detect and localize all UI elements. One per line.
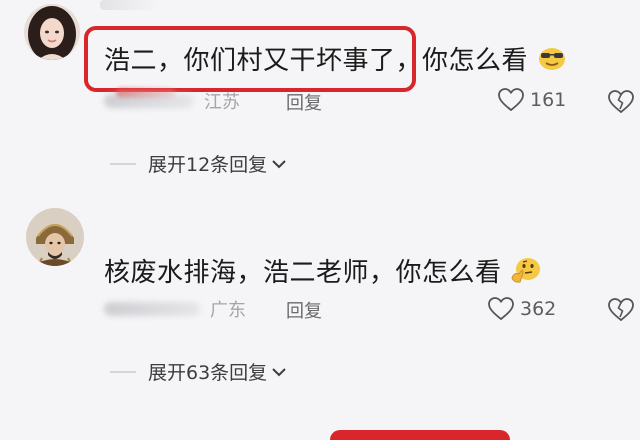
comment-meta: 广东 bbox=[104, 294, 246, 324]
dislike-button[interactable] bbox=[608, 298, 634, 322]
divider-line bbox=[110, 370, 136, 373]
cropped-highlight-box bbox=[330, 430, 510, 440]
thinking-face-emoji bbox=[510, 256, 542, 291]
broken-heart-icon bbox=[608, 298, 634, 322]
expand-replies-label: 展开63条回复 bbox=[148, 362, 268, 384]
reply-button[interactable]: 回复 bbox=[286, 89, 322, 115]
expand-replies-label: 展开12条回复 bbox=[148, 154, 268, 176]
like-count: 362 bbox=[520, 298, 557, 320]
comment-meta: 江苏 bbox=[104, 86, 240, 116]
expand-replies-button[interactable]: 展开63条回复 bbox=[110, 358, 287, 385]
dislike-button[interactable] bbox=[608, 90, 634, 114]
comment-list: 浩二，你们村又干坏事了，你怎么看 江苏 回复 161 展开12条回复 核废水排海… bbox=[0, 0, 640, 440]
heart-icon bbox=[498, 88, 524, 112]
like-count: 161 bbox=[530, 89, 567, 111]
location-label: 广东 bbox=[210, 300, 246, 321]
reply-button[interactable]: 回复 bbox=[286, 297, 322, 323]
like-button[interactable]: 362 bbox=[488, 297, 556, 321]
cropped-header-remnant bbox=[100, 0, 160, 10]
broken-heart-icon bbox=[608, 90, 634, 114]
like-button[interactable]: 161 bbox=[498, 88, 566, 112]
chevron-down-icon bbox=[271, 158, 287, 170]
blurred-time bbox=[104, 302, 200, 316]
comment-text: 核废水排海，浩二老师，你怎么看 bbox=[104, 252, 542, 291]
comment-text: 浩二，你们村又干坏事了，你怎么看 bbox=[104, 40, 567, 78]
blurred-time bbox=[104, 94, 194, 108]
divider-line bbox=[110, 162, 136, 165]
expand-replies-button[interactable]: 展开12条回复 bbox=[110, 150, 287, 177]
avatar[interactable] bbox=[24, 4, 80, 60]
heart-icon bbox=[488, 297, 514, 321]
sunglasses-smile-emoji bbox=[537, 45, 567, 78]
avatar[interactable] bbox=[26, 208, 84, 266]
chevron-down-icon bbox=[271, 366, 287, 378]
location-label: 江苏 bbox=[204, 92, 240, 113]
